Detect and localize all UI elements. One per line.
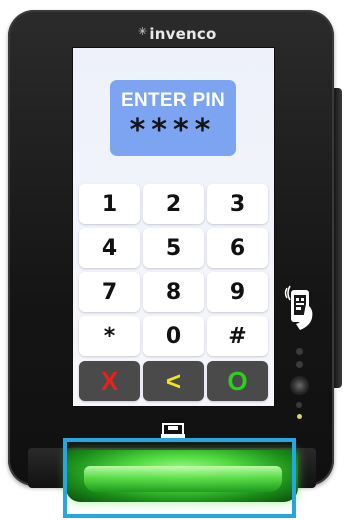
- key-5[interactable]: 5: [143, 228, 204, 268]
- pin-entry-panel: ENTER PIN ****: [110, 80, 236, 156]
- highlight-box: [63, 438, 296, 518]
- key-star[interactable]: *: [79, 316, 140, 356]
- key-hash[interactable]: #: [207, 316, 268, 356]
- pin-prompt-title: ENTER PIN: [120, 90, 226, 111]
- status-led-2: [296, 361, 303, 368]
- status-led-3: [296, 402, 302, 408]
- cancel-key[interactable]: X: [79, 361, 140, 401]
- brand-name: invenco: [149, 25, 217, 43]
- enter-key[interactable]: O: [207, 361, 268, 401]
- key-3[interactable]: 3: [207, 184, 268, 224]
- sparkle-icon: ✳: [138, 24, 148, 38]
- contactless-phone-icon: [284, 285, 313, 330]
- key-4[interactable]: 4: [79, 228, 140, 268]
- key-9[interactable]: 9: [207, 272, 268, 312]
- pin-mask-display: ****: [129, 113, 217, 148]
- device-side-edge: [334, 88, 342, 388]
- backspace-key[interactable]: <: [143, 361, 204, 401]
- camera-sensor-icon: [290, 376, 309, 395]
- status-led-1: [296, 348, 303, 355]
- key-6[interactable]: 6: [207, 228, 268, 268]
- key-8[interactable]: 8: [143, 272, 204, 312]
- brand-logo: ✳ invenco: [138, 24, 216, 44]
- key-0[interactable]: 0: [143, 316, 204, 356]
- key-1[interactable]: 1: [79, 184, 140, 224]
- key-2[interactable]: 2: [143, 184, 204, 224]
- status-led-4: [297, 414, 302, 419]
- key-7[interactable]: 7: [79, 272, 140, 312]
